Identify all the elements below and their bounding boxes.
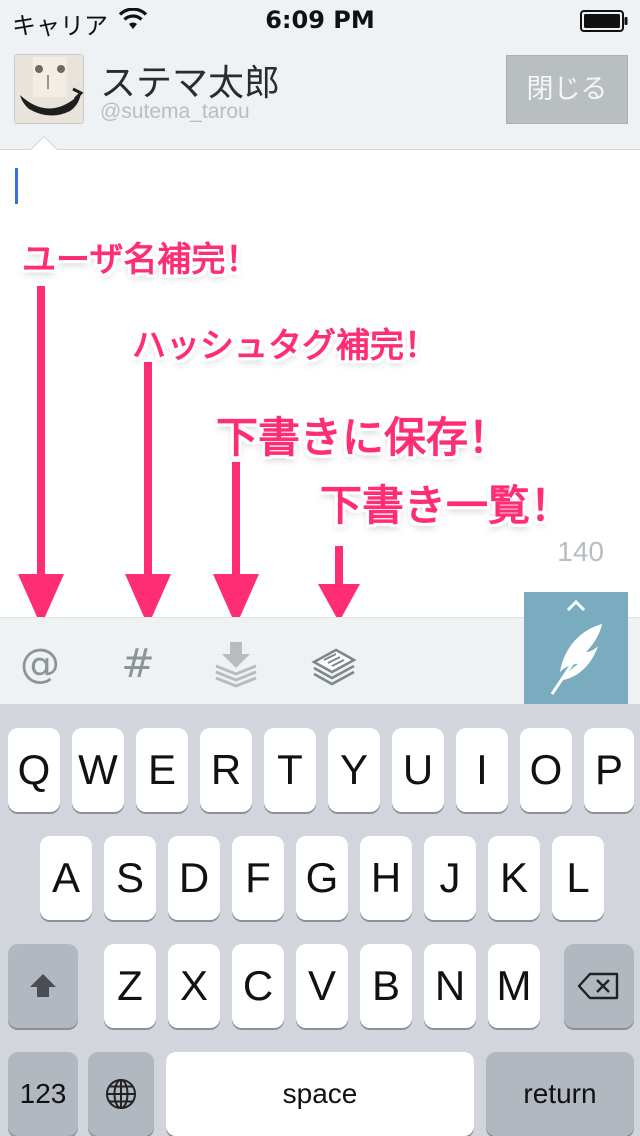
mention-symbol: @ xyxy=(20,641,60,687)
key-label: J xyxy=(439,854,461,901)
globe-icon xyxy=(106,1079,136,1109)
annotation-hashtag-completion: ハッシュタグ補完！ xyxy=(132,326,438,366)
key-e[interactable]: E xyxy=(136,728,188,812)
key-label: Q xyxy=(17,746,51,793)
key-c[interactable]: C xyxy=(232,944,284,1028)
key-j[interactable]: J xyxy=(424,836,476,920)
key-label: G xyxy=(305,854,339,901)
key-label: R xyxy=(210,746,242,793)
delete-key[interactable] xyxy=(564,944,634,1028)
character-count: 140 xyxy=(557,536,604,567)
key-k[interactable]: K xyxy=(488,836,540,920)
return-key[interactable]: return xyxy=(486,1052,634,1136)
numbers-key[interactable]: 123 xyxy=(8,1052,78,1136)
key-label: E xyxy=(147,746,176,793)
key-label: I xyxy=(476,746,488,793)
key-t[interactable]: T xyxy=(264,728,316,812)
draft-list-button[interactable] xyxy=(308,638,360,690)
key-p[interactable]: P xyxy=(584,728,634,812)
key-label: C xyxy=(242,962,274,1009)
key-label: Z xyxy=(117,962,143,1009)
key-a[interactable]: A xyxy=(40,836,92,920)
key-label: X xyxy=(179,962,208,1009)
mention-button[interactable]: @ xyxy=(14,638,66,690)
key-label: U xyxy=(402,746,434,793)
globe-key[interactable] xyxy=(88,1052,154,1136)
key-label: O xyxy=(529,746,563,793)
keyboard: Q W E R T Y U I O P A S D F G H J K L Z … xyxy=(0,704,640,1136)
space-key[interactable]: space xyxy=(166,1052,474,1136)
key-h[interactable]: H xyxy=(360,836,412,920)
display-name: ステマ太郎 xyxy=(100,63,281,104)
save-draft-button[interactable] xyxy=(210,638,262,690)
key-y[interactable]: Y xyxy=(328,728,380,812)
key-label: D xyxy=(178,854,210,901)
key-label: W xyxy=(78,746,118,793)
key-n[interactable]: N xyxy=(424,944,476,1028)
key-z[interactable]: Z xyxy=(104,944,156,1028)
avatar[interactable] xyxy=(14,54,84,124)
delete-icon xyxy=(577,972,619,1000)
key-d[interactable]: D xyxy=(168,836,220,920)
key-label: N xyxy=(434,962,466,1009)
key-q[interactable]: Q xyxy=(8,728,60,812)
chevron-up-icon xyxy=(566,599,586,612)
annotation-save-draft: 下書きに保存！ xyxy=(216,413,511,462)
key-label: space xyxy=(282,1078,358,1109)
key-label: V xyxy=(307,962,336,1009)
tweet-button[interactable] xyxy=(524,592,628,704)
key-m[interactable]: M xyxy=(488,944,540,1028)
key-g[interactable]: G xyxy=(296,836,348,920)
annotation-username-completion: ユーザ名補完！ xyxy=(22,240,260,280)
key-x[interactable]: X xyxy=(168,944,220,1028)
key-label: Y xyxy=(339,746,368,793)
key-label: S xyxy=(115,854,144,901)
key-label: A xyxy=(51,854,80,901)
battery-icon xyxy=(580,10,628,32)
key-label: F xyxy=(245,854,271,901)
key-i[interactable]: I xyxy=(456,728,508,812)
save-draft-icon xyxy=(215,642,257,688)
key-label: M xyxy=(496,962,532,1009)
key-label: 123 xyxy=(19,1078,67,1109)
key-label: P xyxy=(594,746,623,793)
key-label: K xyxy=(499,854,528,901)
key-s[interactable]: S xyxy=(104,836,156,920)
key-label: B xyxy=(371,962,400,1009)
screen-name: @sutema_tarou xyxy=(100,100,250,123)
key-v[interactable]: V xyxy=(296,944,348,1028)
key-w[interactable]: W xyxy=(72,728,124,812)
close-button[interactable]: 閉じる xyxy=(506,55,628,124)
shift-icon xyxy=(30,974,56,997)
shift-key[interactable] xyxy=(8,944,78,1028)
compose-header: ステマ太郎 @sutema_tarou 閉じる xyxy=(0,40,640,150)
status-bar: キャリア 6:09 PM xyxy=(0,0,640,40)
key-l[interactable]: L xyxy=(552,836,604,920)
key-b[interactable]: B xyxy=(360,944,412,1028)
key-label: L xyxy=(566,854,590,901)
hashtag-symbol: # xyxy=(121,641,155,687)
feather-icon xyxy=(550,624,602,695)
annotation-draft-list: 下書き一覧！ xyxy=(320,481,573,530)
avatar-image xyxy=(15,55,83,123)
hashtag-button[interactable]: # xyxy=(112,638,164,690)
key-label: H xyxy=(370,854,402,901)
status-time: 6:09 PM xyxy=(265,6,375,34)
key-u[interactable]: U xyxy=(392,728,444,812)
key-label: T xyxy=(277,746,303,793)
key-f[interactable]: F xyxy=(232,836,284,920)
draft-list-icon xyxy=(311,648,357,686)
key-label: return xyxy=(523,1078,597,1109)
key-r[interactable]: R xyxy=(200,728,252,812)
key-o[interactable]: O xyxy=(520,728,572,812)
text-cursor xyxy=(15,168,18,204)
